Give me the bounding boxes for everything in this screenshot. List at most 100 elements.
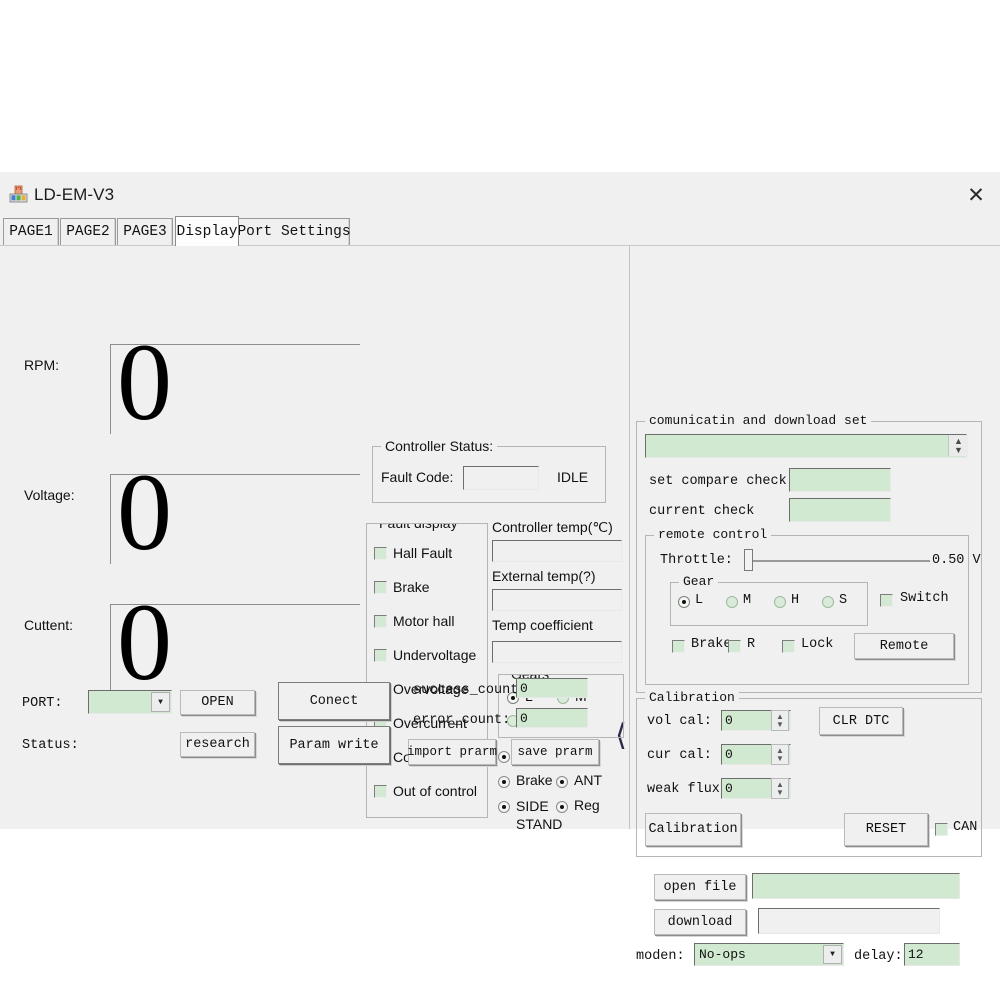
fault-label-undervoltage: Undervoltage [393, 647, 477, 663]
remote-control-label: remote control [654, 527, 772, 542]
tab-port-settings[interactable]: Port Settings [237, 218, 351, 245]
chevron-down-icon: ▼ [151, 692, 170, 712]
remote-gear-group: Gear L M H S [670, 574, 868, 626]
communication-log-field[interactable] [645, 434, 967, 458]
remote-gear-radio-s[interactable] [822, 596, 834, 608]
state-radio-ant[interactable] [556, 776, 568, 788]
tab-page1[interactable]: PAGE1 [3, 218, 59, 245]
app-icon: M [9, 185, 28, 203]
chevron-down-icon: ▼ [776, 719, 784, 729]
state-label-brake: Brake [516, 772, 553, 788]
error-count-label: error_count: [413, 713, 511, 728]
external-temp-field[interactable] [492, 589, 622, 611]
r-checkbox[interactable] [728, 640, 741, 653]
switch-checkbox[interactable] [880, 594, 893, 607]
remote-gear-label-s: S [839, 593, 848, 608]
vol-cal-spinner[interactable]: ▲ ▼ [771, 710, 789, 731]
fault-checkbox-undervoltage[interactable] [374, 649, 387, 662]
calibration-button[interactable]: Calibration [645, 813, 741, 846]
reset-button[interactable]: RESET [844, 813, 928, 846]
port-label: PORT: [22, 696, 63, 711]
delay-field[interactable]: 12 [904, 943, 960, 966]
fault-code-field[interactable] [463, 466, 539, 490]
open-file-button[interactable]: open file [654, 874, 746, 900]
cur-cal-spinner[interactable]: ▲ ▼ [771, 744, 789, 765]
can-checkbox[interactable] [935, 823, 948, 836]
remote-gear-radio-m[interactable] [726, 596, 738, 608]
fault-code-label: Fault Code: [381, 469, 454, 485]
chevron-down-icon: ▼ [823, 945, 842, 964]
state-radio-reg[interactable] [556, 801, 568, 813]
log-spinner[interactable]: ▲ ▼ [948, 435, 968, 456]
clr-dtc-button[interactable]: CLR DTC [819, 707, 903, 735]
communication-group-label: comunicatin and download set [645, 413, 872, 428]
remote-gear-radio-h[interactable] [774, 596, 786, 608]
success-count-label: success_count: [413, 683, 527, 698]
current-readout: 0 [110, 587, 360, 697]
moden-select[interactable]: No-ops ▼ [694, 943, 844, 966]
param-write-button[interactable]: Param write [278, 726, 390, 764]
rpm-readout: 0 [110, 327, 360, 437]
current-check-field[interactable] [789, 498, 891, 522]
remote-gear-label: Gear [679, 574, 719, 589]
open-button[interactable]: OPEN [180, 690, 255, 715]
tab-display[interactable]: Display [175, 216, 239, 246]
brake-checkbox[interactable] [672, 640, 685, 653]
temp-coefficient-field[interactable] [492, 641, 622, 663]
open-file-path-field[interactable] [752, 873, 960, 899]
voltage-readout: 0 [110, 457, 360, 567]
remote-gear-label-l: L [695, 593, 704, 608]
close-icon[interactable]: ✕ [960, 180, 992, 210]
application-window: M LD-EM-V3 ✕ PAGE1 PAGE2 PAGE3 Display P… [0, 172, 1000, 966]
controller-temp-field[interactable] [492, 540, 622, 562]
port-select[interactable]: ▼ [88, 690, 172, 714]
moden-label: moden: [636, 949, 685, 964]
connect-button[interactable]: Conect [278, 682, 390, 720]
set-compare-check-label: set compare check [649, 474, 787, 489]
external-temp-label: External temp(?) [492, 568, 596, 584]
fault-label-motor-hall: Motor hall [393, 613, 455, 629]
save-prarm-button[interactable]: save prarm [511, 739, 599, 765]
throttle-slider-thumb[interactable] [744, 549, 753, 571]
window-title: LD-EM-V3 [34, 185, 115, 204]
fault-checkbox-brake[interactable] [374, 581, 387, 594]
weak-flux-spinner[interactable]: ▲ ▼ [771, 778, 789, 799]
throttle-value: 0.50 V [932, 553, 981, 568]
remote-gear-radio-l[interactable] [678, 596, 690, 608]
download-button[interactable]: download [654, 909, 746, 935]
calibration-group-label: Calibration [645, 690, 739, 705]
fault-checkbox-motor-hall[interactable] [374, 615, 387, 628]
fault-display-label: Fault display [375, 524, 462, 531]
success-count-field[interactable]: 0 [516, 678, 588, 698]
throttle-slider-track[interactable] [748, 560, 930, 562]
tab-page2[interactable]: PAGE2 [60, 218, 116, 245]
can-label: CAN [953, 820, 978, 835]
research-button[interactable]: research [180, 732, 255, 757]
switch-label: Switch [900, 591, 949, 606]
state-radio-brake[interactable] [498, 776, 510, 788]
tab-page3[interactable]: PAGE3 [117, 218, 173, 245]
import-prarm-button[interactable]: import prarm [407, 739, 497, 765]
error-count-field[interactable]: 0 [516, 708, 588, 728]
communication-group: comunicatin and download set ▲ ▼ set com… [636, 413, 982, 693]
set-compare-check-field[interactable] [789, 468, 891, 492]
state-radio-side-stand[interactable] [498, 801, 510, 813]
remote-control-group: remote control Throttle: 0.50 V Gear L M… [645, 527, 981, 685]
fault-label-out-of-control: Out of control [393, 783, 478, 799]
lock-checkbox[interactable] [782, 640, 795, 653]
fault-checkbox-out-of-control[interactable] [374, 785, 387, 798]
controller-status-group: Controller Status: Fault Code: IDLE [372, 438, 606, 503]
remote-button[interactable]: Remote [854, 633, 954, 659]
weak-flux-label: weak flux: [647, 782, 729, 797]
fault-label-brake: Brake [393, 579, 430, 595]
fault-display-group: Fault display Hall Fault Brake Motor hal… [366, 523, 488, 818]
download-status-field [758, 908, 940, 934]
state-radio-r[interactable] [498, 751, 510, 763]
tab-strip: PAGE1 PAGE2 PAGE3 Display Port Settings [0, 216, 1000, 246]
chevron-down-icon: ▼ [776, 787, 784, 797]
r-label: R [747, 637, 756, 652]
fault-checkbox-hall-fault[interactable] [374, 547, 387, 560]
chevron-down-icon: ▼ [954, 444, 963, 455]
lock-label: Lock [801, 637, 834, 652]
moden-select-value: No-ops [699, 947, 746, 962]
